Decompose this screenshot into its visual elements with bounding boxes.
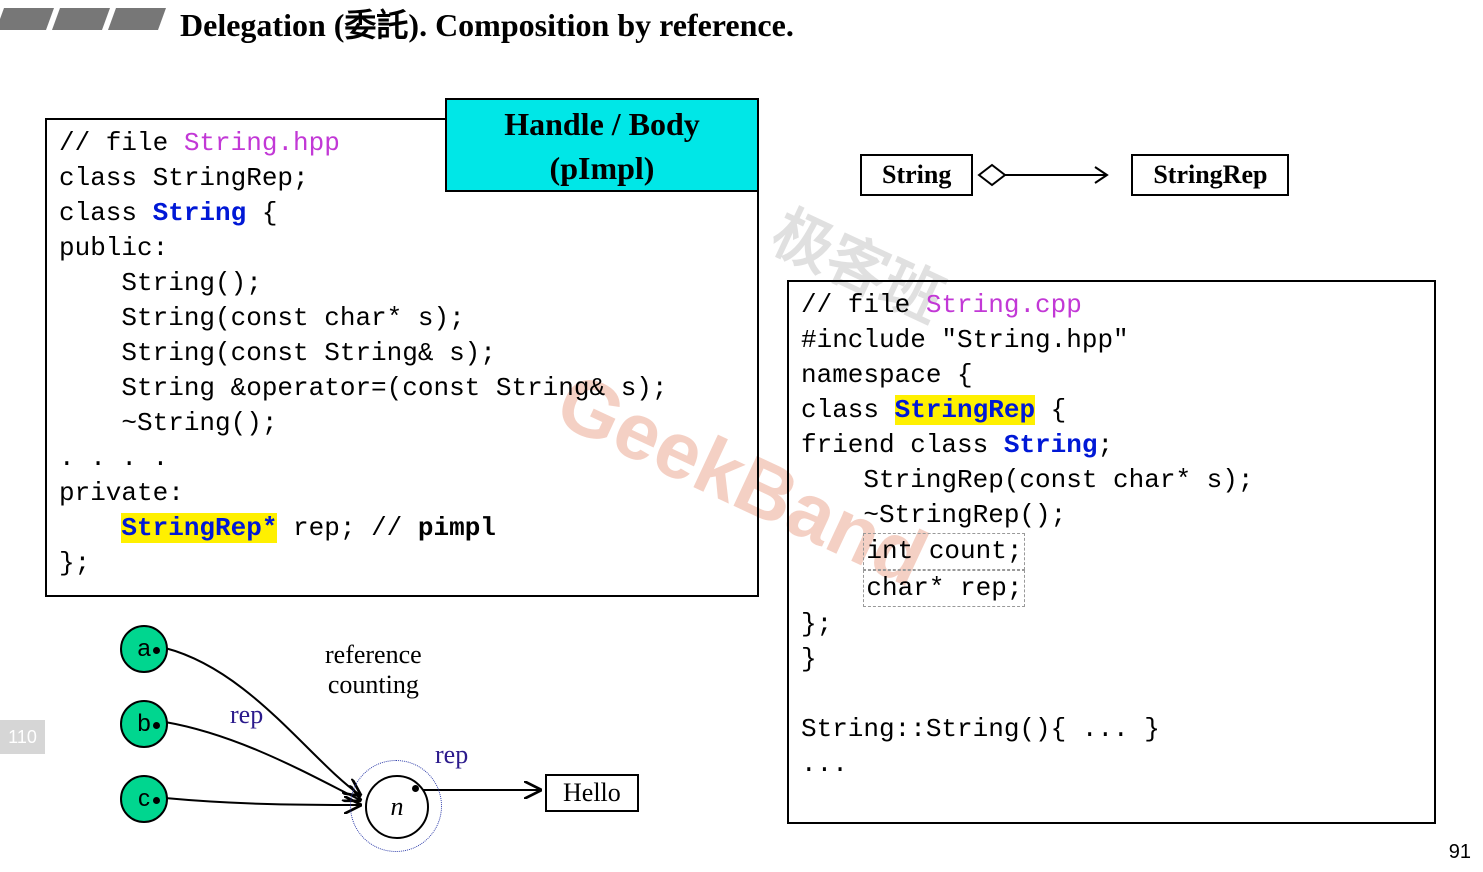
node-a: a: [120, 625, 168, 673]
label-refcount: reference counting: [325, 640, 422, 700]
code-cpp: // file String.cpp #include "String.hpp"…: [789, 282, 1434, 788]
node-c: c: [120, 775, 168, 823]
uml-class-stringrep: StringRep: [1131, 154, 1289, 196]
label-rep1: rep: [230, 700, 263, 730]
banner-line2: (pImpl): [447, 148, 757, 188]
uml-class-string: String: [860, 154, 973, 196]
uml-arrow: [977, 155, 1127, 195]
page-title: Delegation (委託). Composition by referenc…: [180, 0, 794, 46]
hello-box: Hello: [545, 774, 639, 812]
node-n: n: [365, 775, 429, 839]
page-number: 91: [1449, 841, 1471, 864]
uml-diagram: String StringRep: [860, 154, 1289, 196]
header-decor: [0, 8, 162, 30]
refcount-diagram: a b c n Hello rep rep reference counting: [110, 610, 750, 860]
label-rep2: rep: [435, 740, 468, 770]
side-page-badge: 110: [0, 720, 45, 754]
banner-line1: Handle / Body: [447, 104, 757, 144]
handle-body-banner: Handle / Body (pImpl): [445, 98, 759, 192]
code-block-impl: // file String.cpp #include "String.hpp"…: [787, 280, 1436, 824]
node-b: b: [120, 700, 168, 748]
